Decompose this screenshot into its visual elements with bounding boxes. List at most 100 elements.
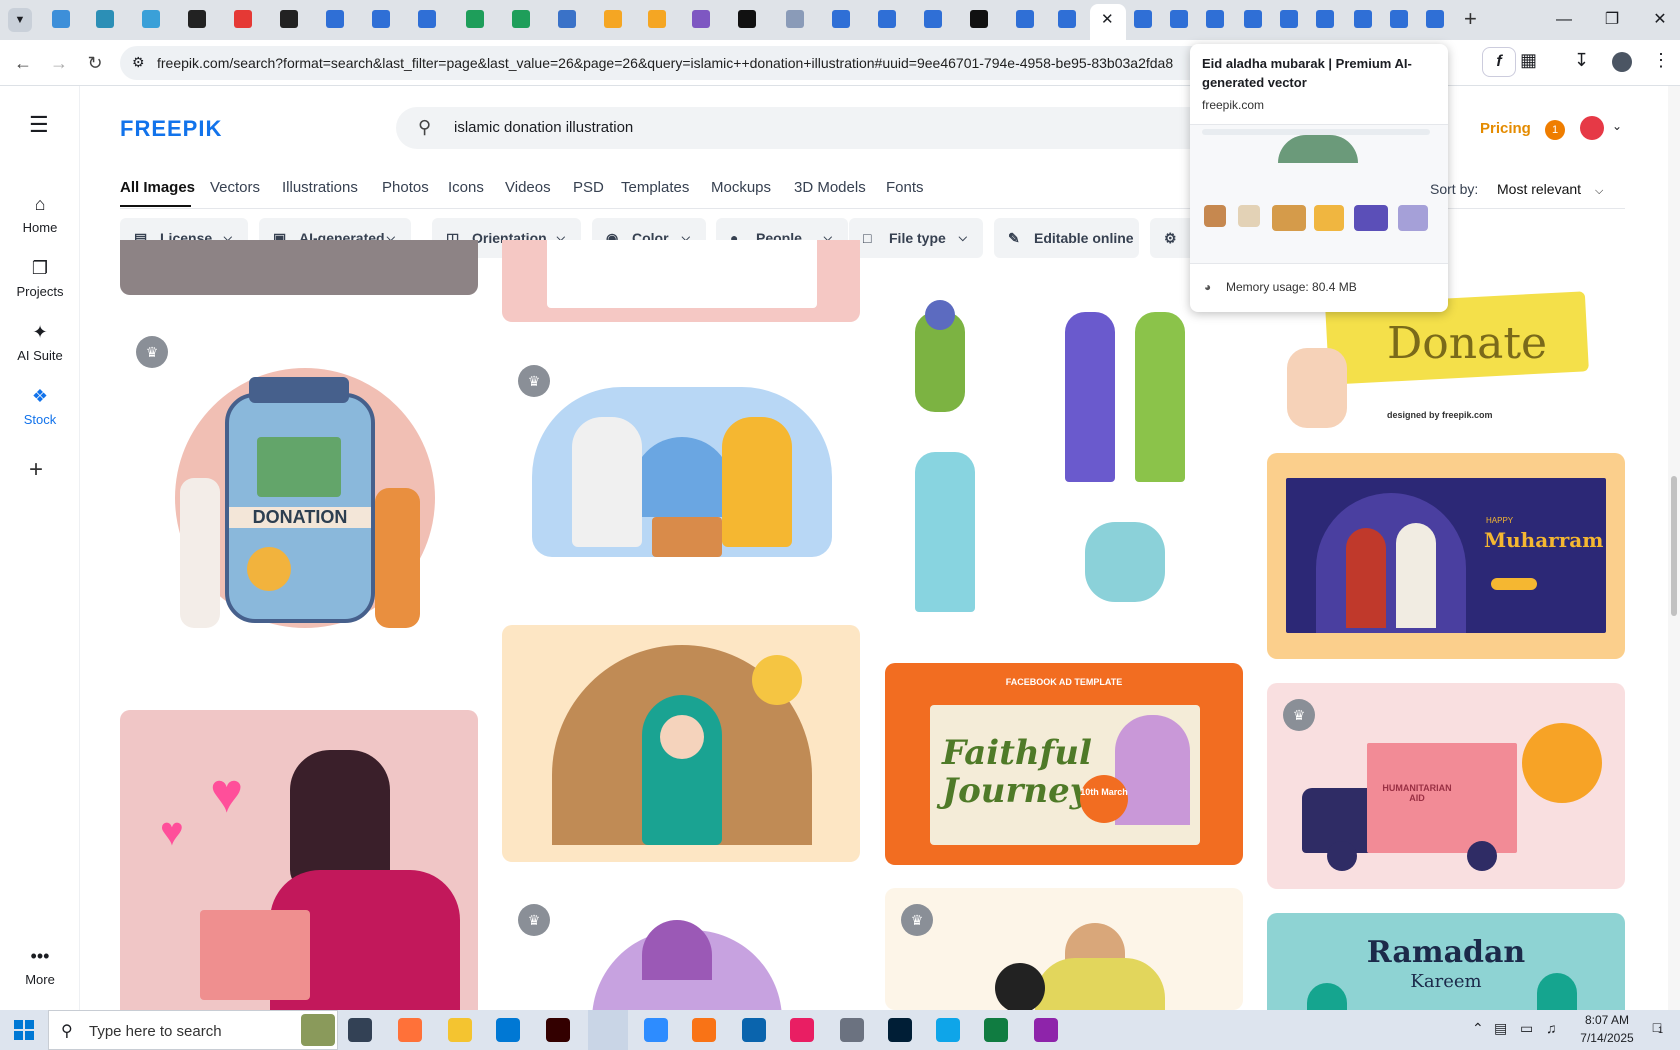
zoom-icon[interactable] xyxy=(644,1018,668,1042)
result-card[interactable] xyxy=(120,240,478,295)
tab-fonts[interactable]: Fonts xyxy=(886,179,924,196)
tab-favicon-icon[interactable] xyxy=(924,10,942,28)
new-tab-button[interactable]: + xyxy=(1464,6,1477,32)
excel-icon[interactable] xyxy=(984,1018,1008,1042)
close-window-icon[interactable]: ✕ xyxy=(1648,8,1672,32)
tab-icons[interactable]: Icons xyxy=(448,179,484,196)
tab-favicon-icon[interactable] xyxy=(738,10,756,28)
sidebar-item-more[interactable]: ••• More xyxy=(0,946,80,987)
result-card[interactable] xyxy=(502,240,860,322)
tab-favicon-icon[interactable] xyxy=(786,10,804,28)
tab-favicon-icon[interactable] xyxy=(1280,10,1298,28)
tab-psd[interactable]: PSD xyxy=(573,179,604,196)
tab-favicon-icon[interactable] xyxy=(418,10,436,28)
photoshop-icon[interactable] xyxy=(888,1018,912,1042)
premium-crown-icon[interactable]: ♛ xyxy=(136,336,168,368)
premium-crown-icon[interactable]: ♛ xyxy=(518,365,550,397)
outlook-icon[interactable] xyxy=(742,1018,766,1042)
clock-time[interactable]: 8:07 AM xyxy=(1572,1013,1642,1027)
taskbar-search-input[interactable]: Type here to search xyxy=(89,1023,222,1040)
tab-search-icon[interactable]: ▼ xyxy=(8,8,32,32)
tab-favicon-icon[interactable] xyxy=(1390,10,1408,28)
freepik-logo[interactable]: FREEPIK xyxy=(120,116,222,142)
task-view-icon[interactable] xyxy=(348,1018,372,1042)
tab-favicon-icon[interactable] xyxy=(52,10,70,28)
tab-favicon-icon[interactable] xyxy=(692,10,710,28)
network-icon[interactable]: ▤ xyxy=(1494,1020,1507,1037)
tab-favicon-icon[interactable] xyxy=(280,10,298,28)
show-hidden-icons[interactable]: ⌃ xyxy=(1472,1020,1484,1037)
active-tab[interactable]: ✕ xyxy=(1090,4,1126,40)
result-card-donation-jar[interactable]: ♛ DONATION xyxy=(120,318,478,680)
display-icon[interactable]: ▭ xyxy=(1520,1020,1533,1037)
result-card-donation-box[interactable]: ♥ ♥ xyxy=(120,710,478,1010)
add-icon[interactable]: + xyxy=(29,456,43,484)
notifications-icon[interactable]: □ 1 xyxy=(1646,1019,1668,1041)
hamburger-menu-icon[interactable]: ☰ xyxy=(29,112,49,138)
filter-editable-online[interactable]: ✎ Editable online xyxy=(994,218,1139,258)
back-icon[interactable]: ← xyxy=(10,50,36,76)
tab-favicon-icon[interactable] xyxy=(1016,10,1034,28)
tab-favicon-icon[interactable] xyxy=(1244,10,1262,28)
tab-favicon-icon[interactable] xyxy=(558,10,576,28)
result-card-faithful-journey[interactable]: FACEBOOK AD TEMPLATE Faithful Journey 10… xyxy=(885,663,1243,865)
result-card-happy-muharram[interactable]: HAPPY Muharram xyxy=(1267,453,1625,659)
tab-all-images[interactable]: All Images xyxy=(120,179,195,196)
tab-videos[interactable]: Videos xyxy=(505,179,551,196)
download-icon[interactable]: ↧ xyxy=(1574,50,1589,71)
restore-icon[interactable]: ❐ xyxy=(1600,8,1624,32)
result-card-two-men-mosque[interactable]: ♛ xyxy=(502,347,860,597)
photo-app-icon[interactable] xyxy=(790,1018,814,1042)
tab-illustrations[interactable]: Illustrations xyxy=(282,179,358,196)
pricing-link[interactable]: Pricing xyxy=(1480,120,1531,137)
tab-favicon-icon[interactable] xyxy=(96,10,114,28)
result-card-woman-praying[interactable] xyxy=(502,625,860,862)
windows-start-icon[interactable] xyxy=(14,1020,34,1040)
tab-favicon-icon[interactable] xyxy=(1206,10,1224,28)
site-info-icon[interactable]: ⚙ xyxy=(132,54,145,71)
tab-vectors[interactable]: Vectors xyxy=(210,179,260,196)
tab-mockups[interactable]: Mockups xyxy=(711,179,771,196)
tab-favicon-icon[interactable] xyxy=(188,10,206,28)
tab-favicon-icon[interactable] xyxy=(326,10,344,28)
sidebar-item-ai-suite[interactable]: ✦ AI Suite xyxy=(0,322,80,363)
profile-avatar[interactable] xyxy=(1612,52,1632,72)
tab-favicon-icon[interactable] xyxy=(512,10,530,28)
premium-crown-icon[interactable]: ♛ xyxy=(1283,699,1315,731)
search-bar[interactable]: ⚲ islamic donation illustration xyxy=(396,107,1276,149)
clock-date[interactable]: 7/14/2025 xyxy=(1572,1031,1642,1045)
firefox-icon[interactable] xyxy=(398,1018,422,1042)
sidebar-item-projects[interactable]: ❐ Projects xyxy=(0,258,80,299)
forward-icon[interactable]: → xyxy=(46,50,72,76)
tab-favicon-icon[interactable] xyxy=(832,10,850,28)
tab-favicon-icon[interactable] xyxy=(1058,10,1076,28)
result-card-humanitarian-aid[interactable]: ♛ HUMANITARIAN AID xyxy=(1267,683,1625,889)
sort-dropdown[interactable]: Most relevant ⌵ xyxy=(1497,181,1603,198)
extension-f-icon[interactable]: f xyxy=(1482,47,1516,77)
premium-crown-icon[interactable]: ♛ xyxy=(901,904,933,936)
result-card-mosque-people[interactable]: ♛ xyxy=(502,890,860,1010)
sidebar-item-stock[interactable]: ❖ Stock xyxy=(0,386,80,427)
tab-favicon-icon[interactable] xyxy=(1170,10,1188,28)
user-avatar[interactable] xyxy=(1580,116,1604,140)
result-card-old-man[interactable]: ♛ xyxy=(885,888,1243,1010)
scrollbar-thumb[interactable] xyxy=(1671,476,1677,616)
account-chevron-down-icon[interactable]: ⌄ xyxy=(1612,119,1622,133)
vscode-icon[interactable] xyxy=(496,1018,520,1042)
tab-favicon-icon[interactable] xyxy=(604,10,622,28)
pen-tool-icon[interactable] xyxy=(840,1018,864,1042)
app-icon[interactable] xyxy=(692,1018,716,1042)
result-card-community-people[interactable] xyxy=(885,282,1243,638)
tab-favicon-icon[interactable] xyxy=(970,10,988,28)
tab-favicon-icon[interactable] xyxy=(234,10,252,28)
filter-file-type[interactable]: □ File type ⌵ xyxy=(849,218,983,258)
close-tab-icon[interactable]: ✕ xyxy=(1101,10,1114,28)
sidebar-item-home[interactable]: ⌂ Home xyxy=(0,194,80,235)
illustrator-icon[interactable] xyxy=(546,1018,570,1042)
tab-photos[interactable]: Photos xyxy=(382,179,429,196)
tab-favicon-icon[interactable] xyxy=(1134,10,1152,28)
minimize-icon[interactable]: — xyxy=(1552,8,1576,32)
tab-templates[interactable]: Templates xyxy=(621,179,689,196)
page-scrollbar[interactable] xyxy=(1668,86,1680,1010)
tab-favicon-icon[interactable] xyxy=(1354,10,1372,28)
